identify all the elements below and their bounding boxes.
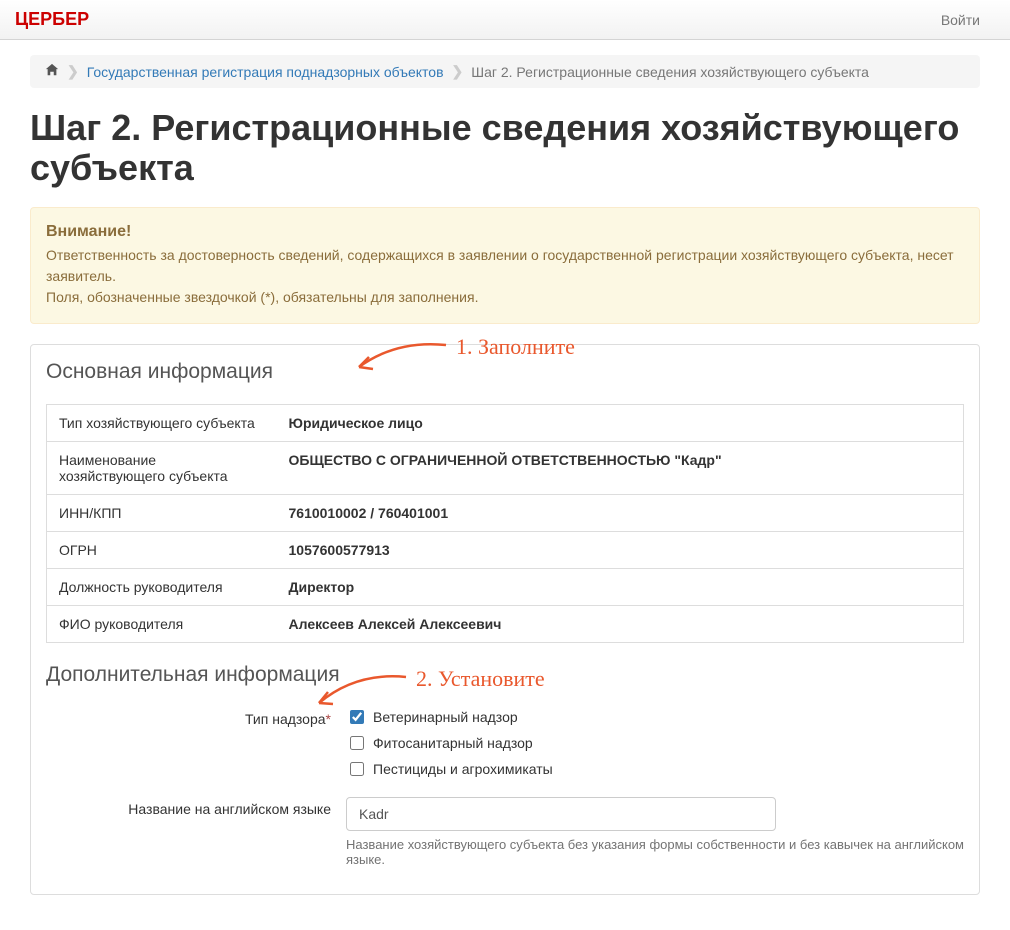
checkbox-veterinary-label[interactable]: Ветеринарный надзор — [373, 709, 518, 725]
brand-logo[interactable]: ЦЕРБЕР — [15, 9, 89, 30]
checkbox-veterinary[interactable] — [350, 710, 364, 724]
alert-warning: Внимание! Ответственность за достовернос… — [30, 207, 980, 324]
table-row: Тип хозяйствующего субъектаЮридическое л… — [47, 405, 964, 442]
chevron-right-icon: ❯ — [67, 63, 79, 80]
checkbox-pesticides[interactable] — [350, 762, 364, 776]
breadcrumb: ❯ Государственная регистрация поднадзорн… — [30, 55, 980, 88]
section-extra-info-heading: Дополнительная информация — [46, 663, 964, 687]
checkbox-pesticides-label[interactable]: Пестициды и агрохимикаты — [373, 761, 553, 777]
table-row: ФИО руководителяАлексеев Алексей Алексее… — [47, 606, 964, 643]
row-value: Юридическое лицо — [277, 405, 964, 442]
row-value: 7610010002 / 760401001 — [277, 495, 964, 532]
checkbox-phytosanitary[interactable] — [350, 736, 364, 750]
table-row: Наименование хозяйствующего субъектаОБЩЕ… — [47, 442, 964, 495]
form-group-supervision-type: Тип надзора* Ветеринарный надзор Фитосан… — [46, 707, 964, 785]
chevron-right-icon: ❯ — [452, 63, 464, 80]
row-label: Должность руководителя — [47, 569, 277, 606]
alert-text-2: Поля, обозначенные звездочкой (*), обяза… — [46, 287, 964, 308]
row-value: 1057600577913 — [277, 532, 964, 569]
table-row: ИНН/КПП7610010002 / 760401001 — [47, 495, 964, 532]
section-main-info-heading: Основная информация — [46, 360, 964, 384]
breadcrumb-current: Шаг 2. Регистрационные сведения хозяйств… — [471, 64, 869, 80]
row-value: ОБЩЕСТВО С ОГРАНИЧЕННОЙ ОТВЕТСТВЕННОСТЬЮ… — [277, 442, 964, 495]
row-label: ОГРН — [47, 532, 277, 569]
table-row: ОГРН1057600577913 — [47, 532, 964, 569]
row-label: ИНН/КПП — [47, 495, 277, 532]
info-table: Тип хозяйствующего субъектаЮридическое л… — [46, 404, 964, 643]
row-label: Наименование хозяйствующего субъекта — [47, 442, 277, 495]
row-label: Тип хозяйствующего субъекта — [47, 405, 277, 442]
checkbox-phytosanitary-label[interactable]: Фитосанитарный надзор — [373, 735, 533, 751]
row-value: Директор — [277, 569, 964, 606]
breadcrumb-link-registration[interactable]: Государственная регистрация поднадзорных… — [87, 64, 444, 80]
alert-text-1: Ответственность за достоверность сведени… — [46, 245, 964, 287]
alert-title: Внимание! — [46, 223, 964, 241]
home-icon[interactable] — [45, 63, 59, 80]
navbar: ЦЕРБЕР Войти — [0, 0, 1010, 40]
row-value: Алексеев Алексей Алексеевич — [277, 606, 964, 643]
main-panel: Основная информация 1. Заполните Тип хоз… — [30, 344, 980, 895]
row-label: ФИО руководителя — [47, 606, 277, 643]
page-title: Шаг 2. Регистрационные сведения хозяйств… — [30, 108, 980, 187]
form-group-english-name: Название на английском языке Название хо… — [46, 797, 964, 867]
english-name-help: Название хозяйствующего субъекта без ука… — [346, 837, 964, 867]
table-row: Должность руководителяДиректор — [47, 569, 964, 606]
login-link[interactable]: Войти — [926, 2, 995, 38]
english-name-label: Название на английском языке — [46, 797, 346, 817]
english-name-input[interactable] — [346, 797, 776, 831]
supervision-type-label: Тип надзора* — [46, 707, 346, 727]
